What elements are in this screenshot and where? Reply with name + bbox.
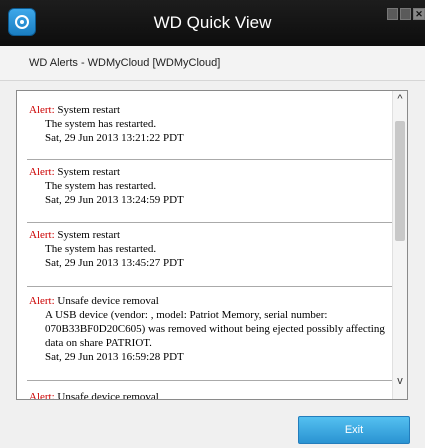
footer: Exit xyxy=(0,400,425,448)
alert-title: System restart xyxy=(57,104,121,116)
scrollbar[interactable]: ^ v xyxy=(392,91,407,399)
alert-message: The system has restarted. xyxy=(45,243,157,255)
alert-label: Alert: xyxy=(29,166,55,178)
alert-message: The system has restarted. xyxy=(45,180,157,192)
alert-label: Alert: xyxy=(29,104,55,116)
maximize-button[interactable] xyxy=(400,8,411,20)
alert-title: Unsafe device removal xyxy=(57,391,159,400)
alert-title: System restart xyxy=(57,229,121,241)
exit-button[interactable]: Exit xyxy=(298,416,410,444)
alert-item: Alert: Unsafe device removal xyxy=(29,390,391,400)
alert-divider xyxy=(27,159,395,160)
alerts-panel[interactable]: Alert: System restart The system has res… xyxy=(16,90,408,400)
alert-divider xyxy=(27,222,395,223)
alert-title: System restart xyxy=(57,166,121,178)
chevron-down-icon[interactable]: v xyxy=(393,375,407,389)
window-controls: ✕ xyxy=(387,8,425,22)
title-bar: WD Quick View ✕ xyxy=(0,0,425,46)
alert-divider xyxy=(27,286,395,287)
alert-divider xyxy=(27,380,395,381)
alert-item: Alert: System restart The system has res… xyxy=(29,165,391,207)
alert-timestamp: Sat, 29 Jun 2013 13:21:22 PDT xyxy=(45,132,184,144)
minimize-button[interactable] xyxy=(387,8,398,20)
window-title: WD Quick View xyxy=(153,13,272,32)
alert-label: Alert: xyxy=(29,391,55,400)
chevron-up-icon[interactable]: ^ xyxy=(393,93,407,107)
alert-label: Alert: xyxy=(29,229,55,241)
alert-message: The system has restarted. xyxy=(45,118,157,130)
alert-item: Alert: System restart The system has res… xyxy=(29,228,391,270)
alert-message: A USB device (vendor: , model: Patriot M… xyxy=(45,309,385,349)
alerts-header-text: WD Alerts - WDMyCloud [WDMyCloud] xyxy=(29,57,221,69)
close-button[interactable]: ✕ xyxy=(413,8,425,20)
alert-timestamp: Sat, 29 Jun 2013 16:59:28 PDT xyxy=(45,351,184,363)
wd-quick-view-window: WD Quick View ✕ WD Alerts - WDMyCloud [W… xyxy=(0,0,425,448)
alerts-header: WD Alerts - WDMyCloud [WDMyCloud] xyxy=(0,46,425,81)
alert-timestamp: Sat, 29 Jun 2013 13:45:27 PDT xyxy=(45,257,184,269)
alert-title: Unsafe device removal xyxy=(57,295,159,307)
alert-item: Alert: Unsafe device removal A USB devic… xyxy=(29,294,391,364)
scrollbar-thumb[interactable] xyxy=(395,121,405,241)
alert-timestamp: Sat, 29 Jun 2013 13:24:59 PDT xyxy=(45,194,184,206)
alert-label: Alert: xyxy=(29,295,55,307)
alert-item: Alert: System restart The system has res… xyxy=(29,103,391,145)
